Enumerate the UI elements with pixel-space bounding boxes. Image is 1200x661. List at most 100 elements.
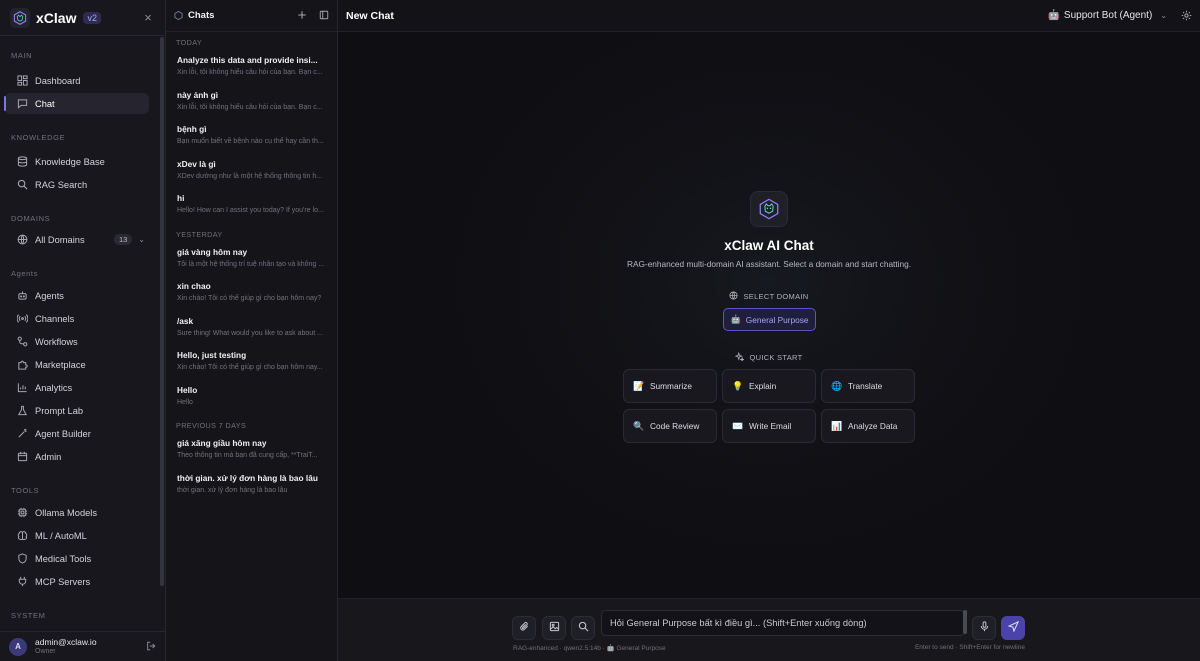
- chat-list-item[interactable]: Analyze this data and provide insi... Xin…: [166, 51, 337, 86]
- sidebar-item-label: All Domains: [35, 234, 85, 245]
- chat-list-item[interactable]: giá vàng hôm nay Tôi là một hệ thống trí …: [166, 243, 337, 278]
- chat-history-panel: Chats TODAY Analyze this data and provid…: [166, 0, 338, 661]
- chat-preview: Tôi là một hệ thống trí tuệ nhân tạo và …: [177, 260, 325, 268]
- voice-input-button[interactable]: [972, 616, 996, 640]
- wand-icon: [16, 428, 28, 440]
- brand-name: xClaw: [36, 9, 77, 26]
- sparkles-icon: [734, 351, 746, 363]
- sidebar-item-agents[interactable]: Agents: [5, 285, 149, 306]
- chevron-down-icon[interactable]: ⌄: [138, 235, 145, 244]
- sidebar-item-workflows[interactable]: Workflows: [5, 331, 149, 352]
- sidebar-item-analytics[interactable]: Analytics: [5, 377, 149, 398]
- bot-selector[interactable]: 🤖 Support Bot (Agent) ⌄: [1047, 10, 1167, 21]
- attach-button[interactable]: [512, 616, 536, 640]
- globe-icon: [729, 291, 738, 302]
- chat-list-item[interactable]: xin chao Xin chào! Tôi có thể giúp gì cho…: [166, 277, 337, 312]
- sidebar: xClaw v2 × MAIN Dashboard Chat KNOWLEDGE…: [0, 0, 166, 661]
- chat-title: hi: [177, 193, 185, 203]
- message-input[interactable]: [601, 610, 965, 636]
- search-button[interactable]: [571, 616, 595, 640]
- brand-header: xClaw v2 ×: [0, 0, 165, 36]
- chevron-down-icon: ⌄: [1160, 11, 1167, 20]
- chat-preview: Hello! How can I assist you today? If yo…: [177, 207, 324, 214]
- sidebar-item-marketplace[interactable]: Marketplace: [5, 354, 149, 375]
- envelope-icon: ✉️: [732, 420, 744, 431]
- chat-list-item[interactable]: thời gian. xử lý đơn hàng là bao lâu thời…: [166, 469, 337, 504]
- toggle-panel-icon[interactable]: [319, 9, 329, 23]
- quick-code-review-button[interactable]: 🔍 Code Review: [623, 409, 717, 443]
- chat-list-item[interactable]: này ảnh gì Xin lỗi, tôi không hiểu câu hỏ…: [166, 86, 337, 121]
- xclaw-logo-icon[interactable]: [10, 7, 30, 28]
- sidebar-item-ml-automl[interactable]: ML / AutoML: [5, 525, 149, 546]
- chat-list-item[interactable]: giá xăng giầu hôm nay Theo thông tin mà b…: [166, 434, 337, 469]
- quick-summarize-button[interactable]: 📝 Summarize: [623, 369, 717, 403]
- sidebar-item-label: Admin: [35, 451, 62, 462]
- sidebar-item-chat[interactable]: Chat: [4, 93, 149, 114]
- chat-main: New Chat 🤖 Support Bot (Agent) ⌄ xClaw A…: [338, 0, 1200, 661]
- close-sidebar-button[interactable]: ×: [141, 10, 155, 25]
- quick-explain-button[interactable]: 💡 Explain: [722, 369, 816, 403]
- sidebar-item-admin[interactable]: Admin: [5, 446, 149, 467]
- shield-icon: [16, 553, 28, 565]
- sidebar-item-all-domains[interactable]: All Domains 13 ⌄: [5, 229, 149, 250]
- sidebar-item-prompt-lab[interactable]: Prompt Lab: [5, 400, 149, 421]
- chat-list-item[interactable]: xDev là gì XDev dường như là một hệ thống…: [166, 155, 337, 190]
- chat-preview: XDev dường như là một hệ thống thông tin…: [177, 172, 323, 180]
- sidebar-item-label: RAG Search: [35, 179, 88, 190]
- domain-general-purpose-button[interactable]: 🤖 General Purpose: [723, 308, 816, 331]
- sidebar-item-label: Marketplace: [35, 359, 86, 370]
- memo-icon: 📝: [633, 380, 645, 391]
- globe-icon: 🌐: [831, 380, 843, 391]
- quick-translate-button[interactable]: 🌐 Translate: [821, 369, 915, 403]
- sidebar-item-rag-search[interactable]: RAG Search: [5, 174, 149, 195]
- plug-icon: [16, 576, 28, 588]
- quick-write-email-button[interactable]: ✉️ Write Email: [722, 409, 816, 443]
- chats-header: Chats: [166, 0, 337, 32]
- chat-preview: Sure thing! What would you like to ask a…: [177, 329, 323, 337]
- brain-icon: [16, 530, 28, 542]
- avatar: A: [9, 637, 27, 656]
- chat-title: xin chao: [177, 281, 211, 291]
- sidebar-item-label: Knowledge Base: [35, 156, 105, 167]
- input-scrollbar[interactable]: [963, 610, 967, 634]
- hero-subtitle: RAG-enhanced multi-domain AI assistant. …: [626, 259, 912, 269]
- sidebar-item-mcp-servers[interactable]: MCP Servers: [5, 571, 149, 592]
- dashboard-icon: [16, 75, 28, 87]
- chat-title: giá vàng hôm nay: [177, 246, 248, 257]
- section-main: MAIN: [11, 51, 33, 60]
- chat-title: Hello: [177, 384, 198, 395]
- quick-analyze-data-button[interactable]: 📊 Analyze Data: [821, 409, 915, 443]
- bar-chart-icon: 📊: [831, 420, 843, 431]
- lightbulb-icon: 💡: [732, 380, 744, 391]
- message-composer: RAG-enhanced · qwen2.5:14b · 🤖 General P…: [338, 598, 1200, 661]
- chat-title: thời gian. xử lý đơn hàng là bao lâu: [177, 472, 318, 483]
- quick-start-text: QUICK START: [749, 353, 803, 362]
- bot-selector-label: Support Bot (Agent): [1063, 10, 1153, 21]
- chat-list-item[interactable]: Hello, just testing Xin chào! Tôi có thể …: [166, 346, 337, 381]
- chat-preview: Hello: [177, 398, 193, 406]
- user-profile[interactable]: A admin@xclaw.io Owner: [0, 631, 165, 661]
- keyboard-hint: Enter to send · Shift+Enter for newline: [914, 644, 1025, 651]
- gear-icon[interactable]: [1181, 10, 1192, 21]
- chat-list-item[interactable]: /ask Sure thing! What would you like to a…: [166, 312, 337, 347]
- sidebar-scrollbar[interactable]: [160, 37, 164, 586]
- bot-icon: [16, 290, 28, 302]
- chat-list-item[interactable]: hi Hello! How can I assist you today? If …: [166, 189, 337, 224]
- sidebar-item-agent-builder[interactable]: Agent Builder: [5, 423, 149, 444]
- logout-icon[interactable]: [146, 640, 156, 654]
- globe-icon: [16, 234, 28, 246]
- sidebar-item-medical-tools[interactable]: Medical Tools: [5, 548, 149, 569]
- sidebar-item-label: Medical Tools: [35, 553, 92, 564]
- sidebar-item-ollama-models[interactable]: Ollama Models: [5, 502, 149, 523]
- chat-title: này ảnh gì: [177, 89, 219, 100]
- image-upload-button[interactable]: [542, 616, 566, 640]
- send-button[interactable]: [1001, 616, 1025, 640]
- chat-list-item[interactable]: Hello Hello: [166, 381, 337, 416]
- sidebar-item-channels[interactable]: Channels: [5, 308, 149, 329]
- sidebar-item-dashboard[interactable]: Dashboard: [5, 70, 149, 91]
- chat-list-item[interactable]: bệnh gì Bạn muốn biết về bệnh nào cụ thể …: [166, 120, 337, 155]
- new-chat-icon[interactable]: [297, 9, 307, 23]
- select-domain-label: SELECT DOMAIN: [338, 291, 1200, 302]
- quick-label: Summarize: [650, 381, 692, 391]
- sidebar-item-knowledge-base[interactable]: Knowledge Base: [5, 151, 149, 172]
